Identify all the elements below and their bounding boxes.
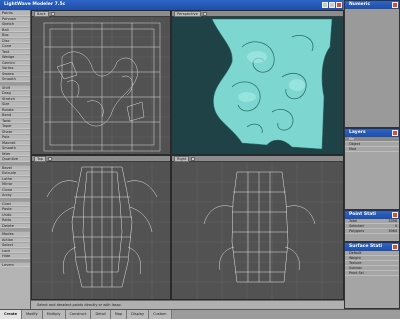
- stat-label: Texture: [349, 261, 362, 265]
- layer-row-label: Object: [349, 142, 361, 146]
- render-mode-icon[interactable]: [50, 11, 55, 16]
- stat-label: Polygons: [349, 229, 365, 233]
- surface-statistics-panel: Surface Stati Default Weight Texture Sub…: [344, 242, 400, 309]
- viewport-top[interactable]: Top: [31, 155, 171, 300]
- back-view-wireframe: [32, 17, 170, 154]
- stat-label: Total: [349, 219, 357, 223]
- stat-label: Default: [349, 251, 362, 255]
- render-mode-icon[interactable]: [202, 11, 207, 16]
- viewport-right[interactable]: Right: [171, 155, 344, 300]
- layers-panel-title-bar: Layers: [345, 129, 399, 137]
- point-statistics-title: Point Stati: [349, 212, 376, 217]
- menu-tab-bar: Create Modify Multiply Construct Detail Map Di…: [0, 309, 400, 319]
- surface-statistics-title-bar: Surface Stati: [345, 243, 399, 251]
- window-title-bar: LightWave Modeler 7.5c: [0, 0, 343, 10]
- stat-row[interactable]: Polygons 3064: [345, 229, 399, 234]
- maximize-button[interactable]: [329, 2, 335, 8]
- top-view-wireframe: [32, 162, 170, 299]
- tool-sidebar: Points Polygon Sketch Ball Box Disc Cone Text We…: [0, 10, 31, 309]
- stat-label: Weight: [349, 256, 361, 260]
- close-button[interactable]: [392, 244, 398, 250]
- right-view-wireframe: [172, 162, 343, 299]
- viewport-label[interactable]: Perspective: [174, 11, 201, 17]
- tab-multiply[interactable]: Multiply: [42, 310, 66, 319]
- tab-modify[interactable]: Modify: [22, 310, 43, 319]
- close-button[interactable]: [392, 130, 398, 136]
- stat-value: 0: [394, 224, 397, 228]
- point-statistics-panel: Point Stati Total 3398 Selected 0 Polygons…: [344, 210, 400, 242]
- tab-display[interactable]: Display: [127, 310, 150, 319]
- layers-panel: Layers Mn Object Mod: [344, 128, 400, 210]
- perspective-shaded-model: [172, 17, 343, 154]
- close-button[interactable]: [392, 2, 398, 8]
- numeric-panel-title: Numeric: [349, 2, 371, 7]
- viewport-perspective[interactable]: Perspective: [171, 10, 344, 155]
- surface-statistics-title: Surface Stati: [349, 244, 383, 249]
- stat-value: 3064: [388, 229, 397, 233]
- toolbar-button[interactable]: Layers: [0, 261, 30, 267]
- status-text: Select and deselect points directly or w…: [37, 303, 121, 307]
- stat-label: Selected: [349, 224, 364, 228]
- layer-row[interactable]: Mod: [345, 147, 399, 152]
- point-statistics-title-bar: Point Stati: [345, 211, 399, 219]
- stat-label: Subtrac: [349, 266, 363, 270]
- viewport-back[interactable]: Back: [31, 10, 171, 155]
- close-button[interactable]: [336, 2, 342, 8]
- render-mode-icon[interactable]: [191, 156, 196, 161]
- layer-row-label: Mod: [349, 147, 357, 151]
- minimize-button[interactable]: [322, 2, 328, 8]
- viewport-label[interactable]: Top: [34, 156, 47, 162]
- tab-create[interactable]: Create: [0, 310, 23, 319]
- tab-custom[interactable]: Custom: [149, 310, 172, 319]
- render-mode-icon[interactable]: [48, 156, 53, 161]
- tab-construct[interactable]: Construct: [65, 310, 92, 319]
- viewport-label[interactable]: Back: [34, 11, 49, 17]
- layers-panel-title: Layers: [349, 130, 366, 135]
- stat-label: Point Sel: [349, 271, 364, 275]
- numeric-panel: Numeric: [344, 0, 400, 128]
- status-bar: Select and deselect points directly or w…: [31, 300, 344, 309]
- viewport-label[interactable]: Right: [174, 156, 190, 162]
- tab-detail[interactable]: Detail: [91, 310, 111, 319]
- window-title: LightWave Modeler 7.5c: [4, 2, 66, 7]
- close-button[interactable]: [392, 212, 398, 218]
- stat-value: 3398: [388, 219, 397, 223]
- stat-row[interactable]: Point Sel: [345, 271, 399, 276]
- tab-map[interactable]: Map: [110, 310, 128, 319]
- numeric-panel-title-bar: Numeric: [345, 1, 399, 9]
- layers-header-label: Mn: [349, 137, 355, 141]
